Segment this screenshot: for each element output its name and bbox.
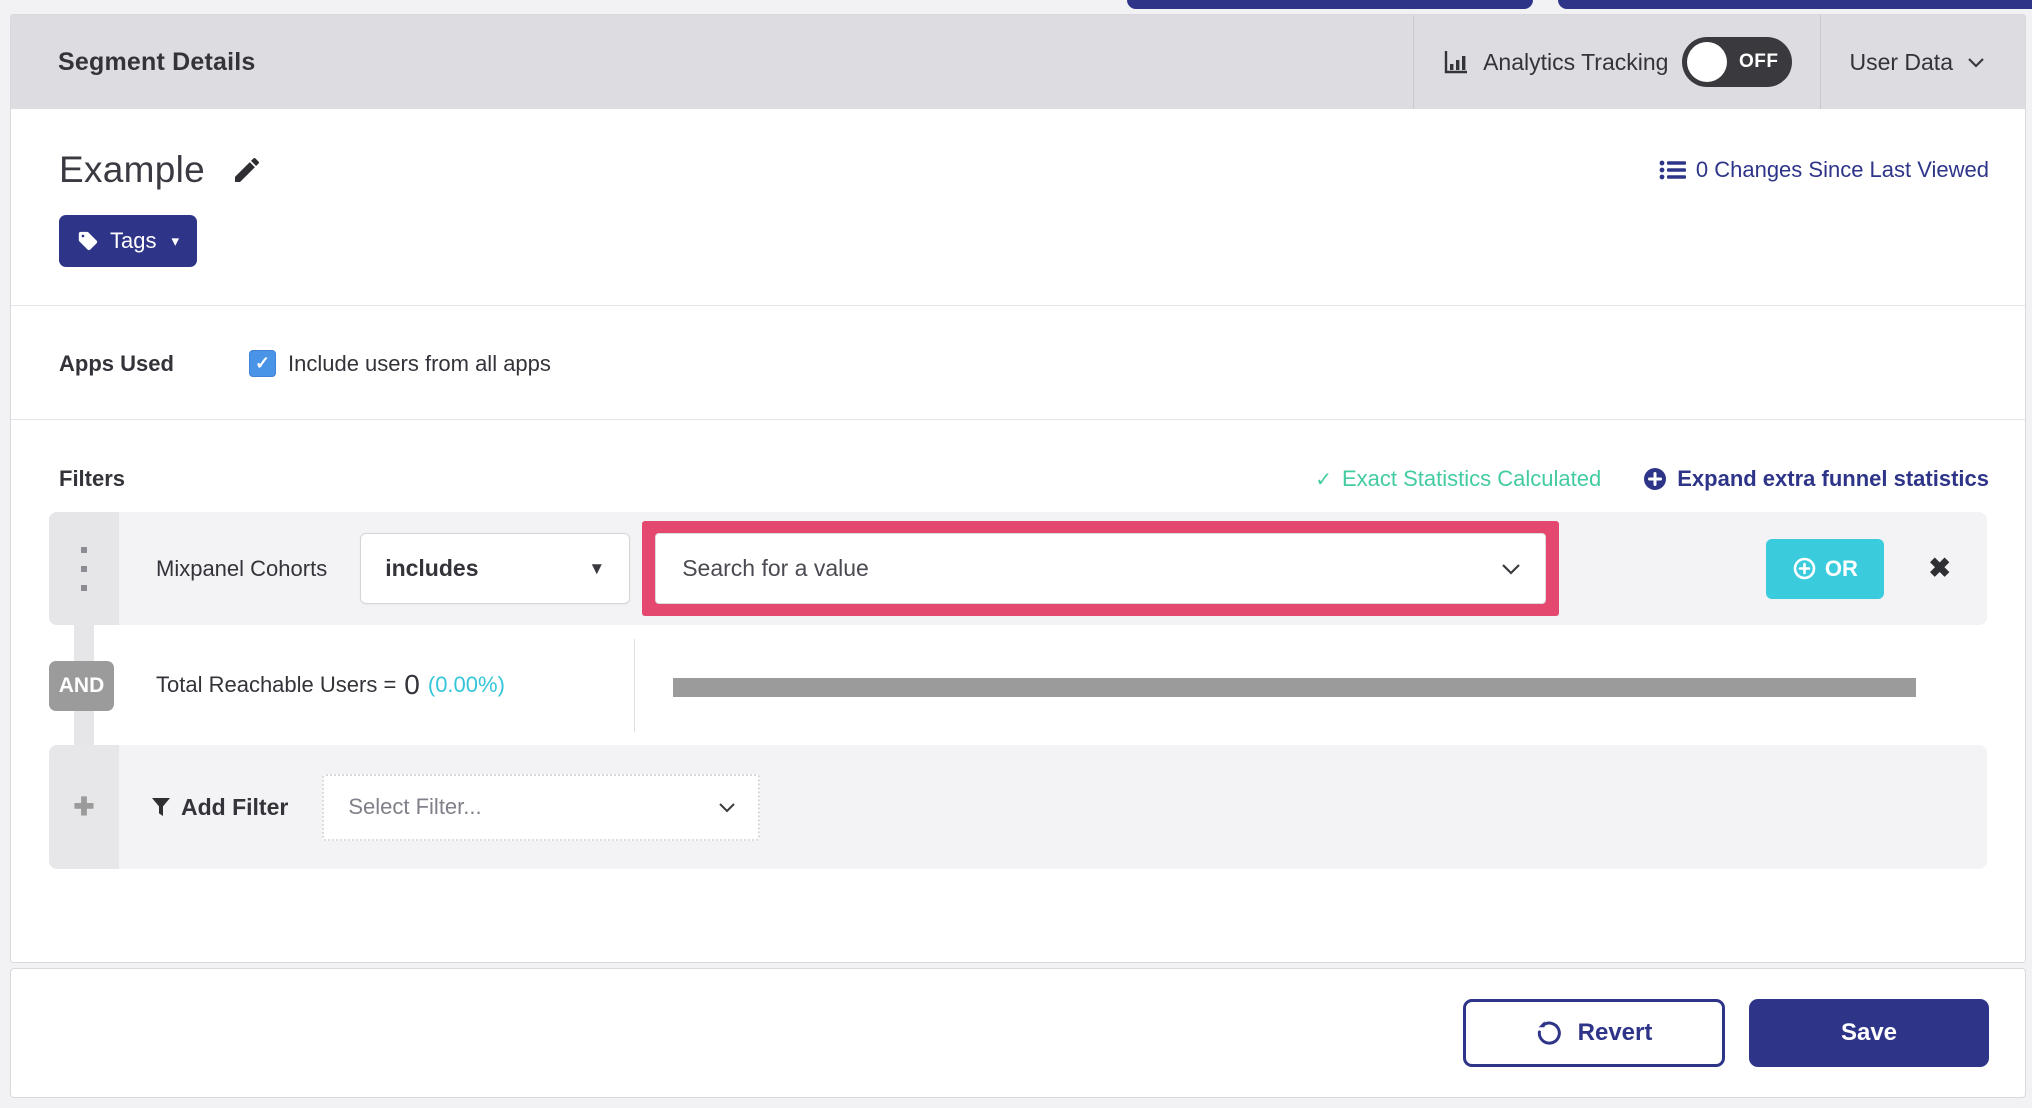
change-list-icon [1659,159,1686,181]
total-reachable-label: Total Reachable Users = [156,672,397,697]
remove-filter-icon[interactable]: ✖ [1928,553,1951,584]
checkbox-check-icon: ✓ [254,353,271,373]
apps-used-label: Apps Used [59,350,174,376]
caret-down-icon: ▾ [171,233,180,250]
check-icon: ✓ [1315,468,1332,491]
toggle-state-label: OFF [1738,51,1779,72]
expand-funnel-statistics-link[interactable]: Expand extra funnel statistics [1643,466,1989,492]
edit-pencil-icon[interactable] [231,154,263,186]
add-filter-row: ✚ Add Filter Select Filter... [49,745,1987,869]
value-placeholder: Search for a value [682,555,869,581]
changes-since-last-viewed-link[interactable]: 0 Changes Since Last Viewed [1659,157,1989,183]
add-filter-label: Add Filter [181,793,289,820]
save-button[interactable]: Save [1749,999,1989,1067]
include-all-apps-checkbox[interactable]: ✓ [249,350,276,377]
section-divider [11,419,2025,420]
select-filter-placeholder: Select Filter... [348,794,482,819]
plus-circle-icon [1643,467,1667,491]
analytics-tracking-label: Analytics Tracking [1483,48,1669,75]
section-divider [11,305,2025,306]
filter-row: Mixpanel Cohorts includes ▼ Search for a… [49,512,1987,625]
tags-button-label: Tags [110,228,157,253]
segment-details-card: Segment Details Analytics Tracking OFF U… [10,14,2026,963]
top-cutoff-button-right[interactable] [1558,0,2032,9]
chevron-down-icon [1967,57,1985,68]
card-header: Segment Details Analytics Tracking OFF U… [11,15,2025,109]
filters-title: Filters [59,466,126,491]
bar-chart-icon [1442,49,1469,76]
footer-actions: Revert Save [10,968,2026,1098]
value-search-select[interactable]: Search for a value [655,533,1547,604]
funnel-icon [151,797,171,817]
plus-icon: ✚ [73,793,95,821]
tag-icon [77,230,99,252]
total-reachable-row: AND Total Reachable Users = 0 (0.00%) [49,625,1987,745]
top-cutoff-button-left[interactable] [1127,0,1533,9]
analytics-tracking-section: Analytics Tracking OFF [1413,15,1820,109]
tags-button[interactable]: Tags ▾ [59,215,198,267]
total-reachable-value: 0 [404,669,420,700]
select-filter-dropdown[interactable]: Select Filter... [322,773,761,841]
drag-handle[interactable] [49,512,119,625]
vertical-divider [634,639,635,732]
include-all-apps-label: Include users from all apps [288,350,551,376]
revert-button-label: Revert [1577,1019,1653,1046]
expand-link-label: Expand extra funnel statistics [1677,466,1989,491]
add-filter-label-group: Add Filter [151,794,288,821]
revert-icon [1536,1020,1562,1046]
chevron-down-icon [719,802,736,812]
highlight-outline: Search for a value [642,521,1560,616]
plus-ring-icon [1793,557,1816,580]
apps-used-section: Apps Used ✓ Include users from all apps [59,350,2025,377]
user-data-label: User Data [1849,48,1953,75]
operator-value: includes [385,555,479,581]
filter-field-name: Mixpanel Cohorts [156,555,328,581]
total-reachable-percent: (0.00%) [427,672,505,697]
operator-select[interactable]: includes ▼ [360,533,631,604]
chevron-down-icon [1502,563,1520,575]
add-row-button[interactable]: ✚ [49,745,119,869]
add-or-condition-button[interactable]: OR [1766,538,1885,599]
analytics-tracking-toggle[interactable]: OFF [1682,37,1793,87]
and-badge: AND [49,661,114,711]
exact-statistics-label: Exact Statistics Calculated [1342,466,1602,491]
changes-link-label: 0 Changes Since Last Viewed [1695,157,1989,182]
drag-dots-icon [81,546,87,591]
exact-statistics-status: ✓ Exact Statistics Calculated [1315,466,1601,492]
user-data-menu[interactable]: User Data [1820,15,2025,109]
toggle-knob [1687,42,1728,82]
or-button-label: OR [1824,555,1858,581]
triangle-down-icon: ▼ [588,558,606,578]
page-title: Segment Details [58,47,256,76]
reachability-bar [673,678,1916,697]
revert-button[interactable]: Revert [1463,999,1725,1067]
segment-name: Example [59,149,206,190]
